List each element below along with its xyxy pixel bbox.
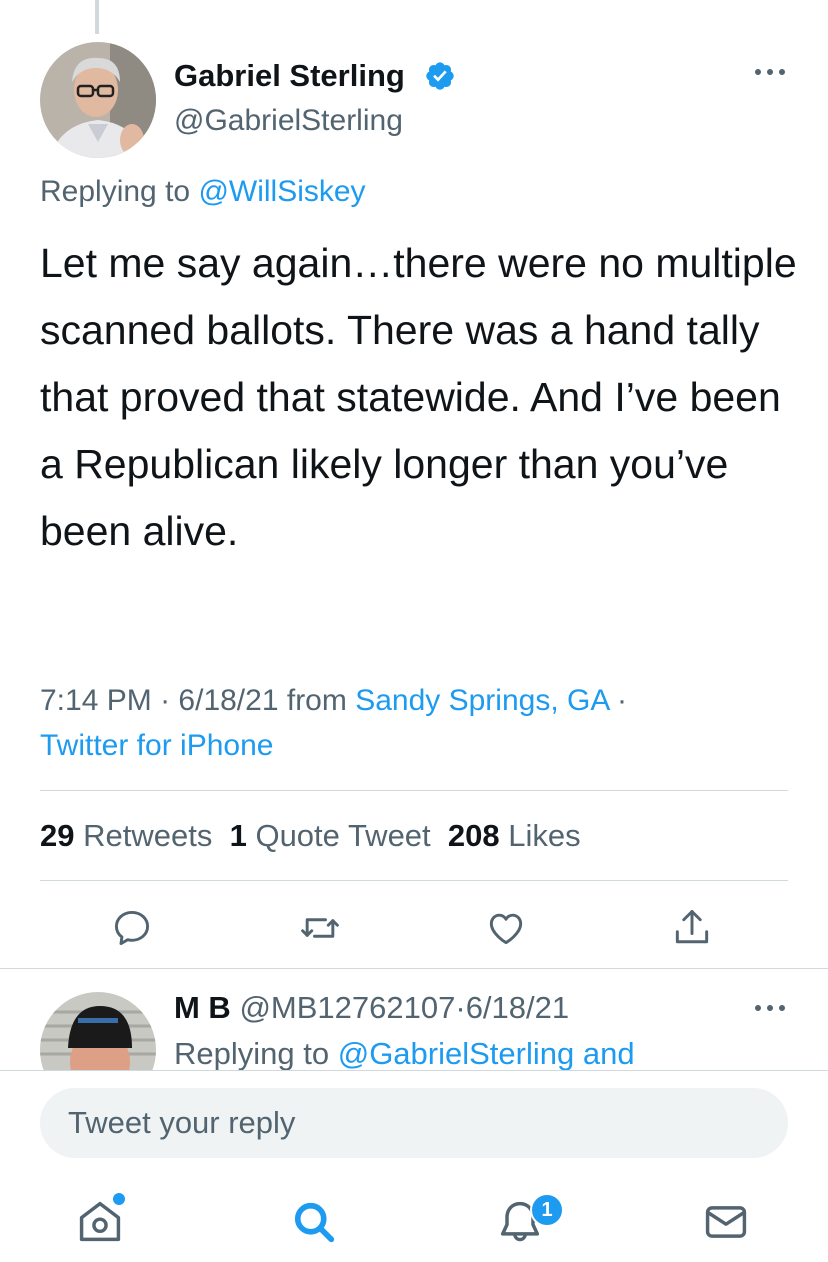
tweet-location-link[interactable]: Sandy Springs, GA [355, 684, 608, 717]
retweets-stat[interactable]: 29 Retweets [40, 818, 212, 853]
divider [40, 880, 788, 881]
reply-replying-to: Replying to @GabrielSterling and [174, 1036, 635, 1072]
quotes-count: 1 [229, 818, 247, 853]
tweet-reply-input[interactable] [40, 1088, 788, 1158]
divider [40, 790, 788, 791]
reply-replying-prefix: Replying to [174, 1036, 330, 1071]
tweet-stats: 29 Retweets 1 Quote Tweet 208 Likes [40, 818, 581, 854]
retweet-icon[interactable] [298, 906, 342, 950]
reply-author-handle[interactable]: @MB12762107 [239, 990, 455, 1025]
tweet-meta: 7:14 PM · 6/18/21 from Sandy Springs, GA… [40, 684, 628, 762]
reply-more-options-icon[interactable] [752, 998, 788, 1018]
verified-badge-icon [424, 60, 456, 92]
thread-connector-line [95, 0, 99, 34]
tweet-time[interactable]: 7:14 PM [40, 684, 152, 717]
replying-to-prefix: Replying to [40, 175, 191, 208]
from-label: from [286, 684, 347, 717]
author-avatar[interactable] [40, 42, 156, 158]
retweets-count: 29 [40, 818, 75, 853]
likes-label: Likes [508, 818, 581, 853]
home-new-content-dot [113, 1193, 125, 1205]
divider [0, 968, 828, 969]
replying-to: Replying to @WillSiskey [40, 175, 366, 209]
reply-date[interactable]: 6/18/21 [466, 990, 569, 1025]
likes-stat[interactable]: 208 Likes [448, 818, 581, 853]
like-icon[interactable] [484, 906, 528, 950]
tweet-text: Let me say again…there were no multiple … [40, 240, 797, 554]
tweet-client-link[interactable]: Twitter for iPhone [40, 729, 273, 762]
likes-count: 208 [447, 818, 500, 853]
replying-to-handle-link[interactable]: @WillSiskey [198, 175, 365, 208]
tweet-date[interactable]: 6/18/21 [178, 684, 278, 717]
author-handle[interactable]: @GabrielSterling [174, 104, 403, 138]
messages-icon[interactable] [700, 1196, 752, 1248]
notification-count-badge: 1 [530, 1193, 564, 1227]
more-options-icon[interactable] [752, 62, 788, 82]
retweets-label: Retweets [83, 818, 213, 853]
reply-icon[interactable] [110, 906, 154, 950]
quotes-label: Quote Tweet [255, 818, 431, 853]
divider [0, 1070, 828, 1071]
quotes-stat[interactable]: 1 Quote Tweet [230, 818, 431, 853]
search-icon[interactable] [288, 1196, 340, 1248]
share-icon[interactable] [670, 906, 714, 950]
reply-author-name[interactable]: M B [174, 990, 231, 1025]
reply-header: M B @MB12762107·6/18/21 [174, 990, 570, 1025]
reply-replying-handles-link[interactable]: @GabrielSterling and [338, 1036, 635, 1071]
author-name[interactable]: Gabriel Sterling [174, 58, 405, 94]
